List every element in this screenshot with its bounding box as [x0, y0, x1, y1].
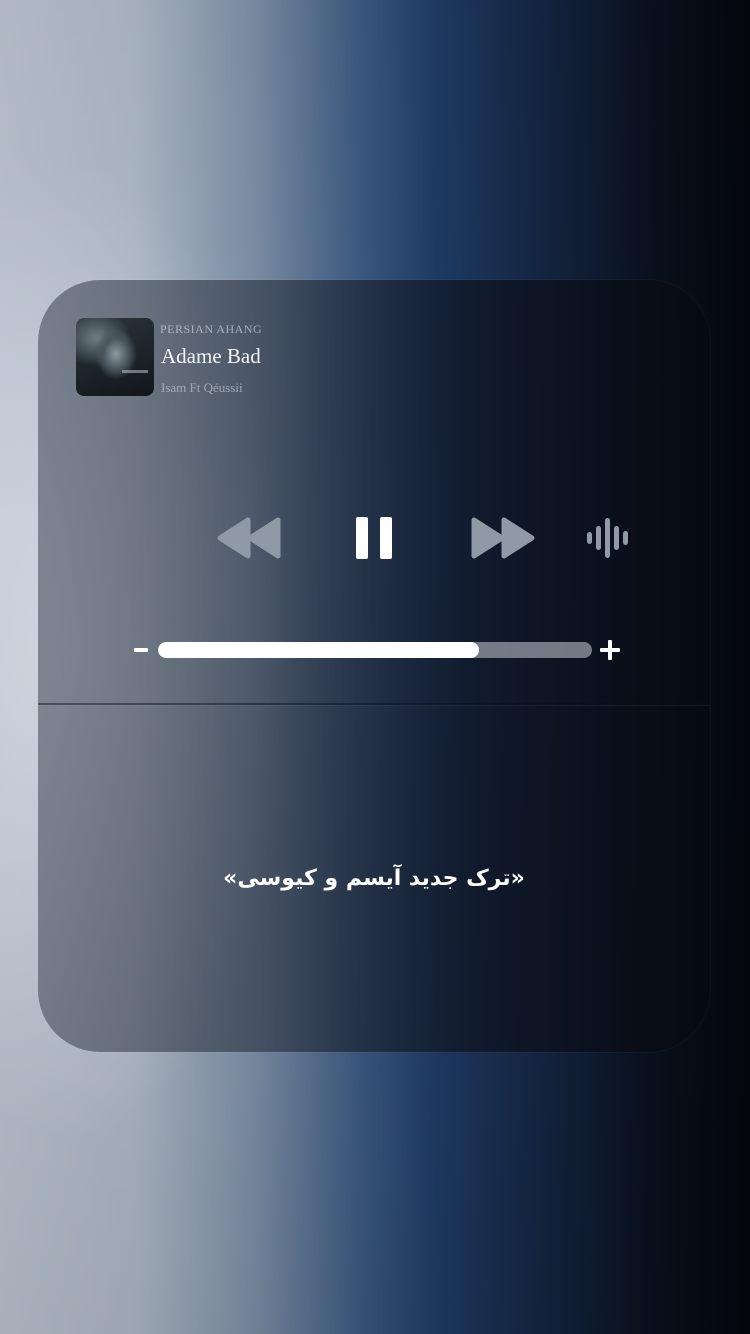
rewind-icon — [217, 517, 281, 559]
volume-slider-fill — [158, 642, 480, 658]
audio-output-button[interactable] — [582, 514, 638, 562]
volume-slider[interactable] — [158, 642, 592, 658]
pause-button[interactable] — [350, 512, 398, 564]
fast-forward-icon — [471, 517, 535, 559]
pause-icon — [356, 517, 392, 559]
music-player-card: PERSIAN AHANG Adame Bad Isam Ft Qéussii — [38, 280, 710, 1052]
track-artist: Isam Ft Qéussii — [161, 380, 243, 395]
audio-waveform-icon — [587, 518, 628, 558]
card-divider — [38, 703, 710, 705]
album-art[interactable] — [76, 318, 154, 396]
album-art-caption — [122, 370, 148, 373]
caption-text: «ترک جدید آیسم و کیوسی» — [223, 866, 525, 891]
volume-plus-icon[interactable] — [600, 640, 620, 660]
rewind-button[interactable] — [214, 514, 284, 562]
now-playing-section: PERSIAN AHANG Adame Bad Isam Ft Qéussii — [38, 280, 710, 704]
volume-minus-icon[interactable] — [134, 648, 148, 652]
track-title: Adame Bad — [161, 344, 261, 368]
source-label: PERSIAN AHANG — [160, 322, 263, 336]
fast-forward-button[interactable] — [468, 514, 538, 562]
